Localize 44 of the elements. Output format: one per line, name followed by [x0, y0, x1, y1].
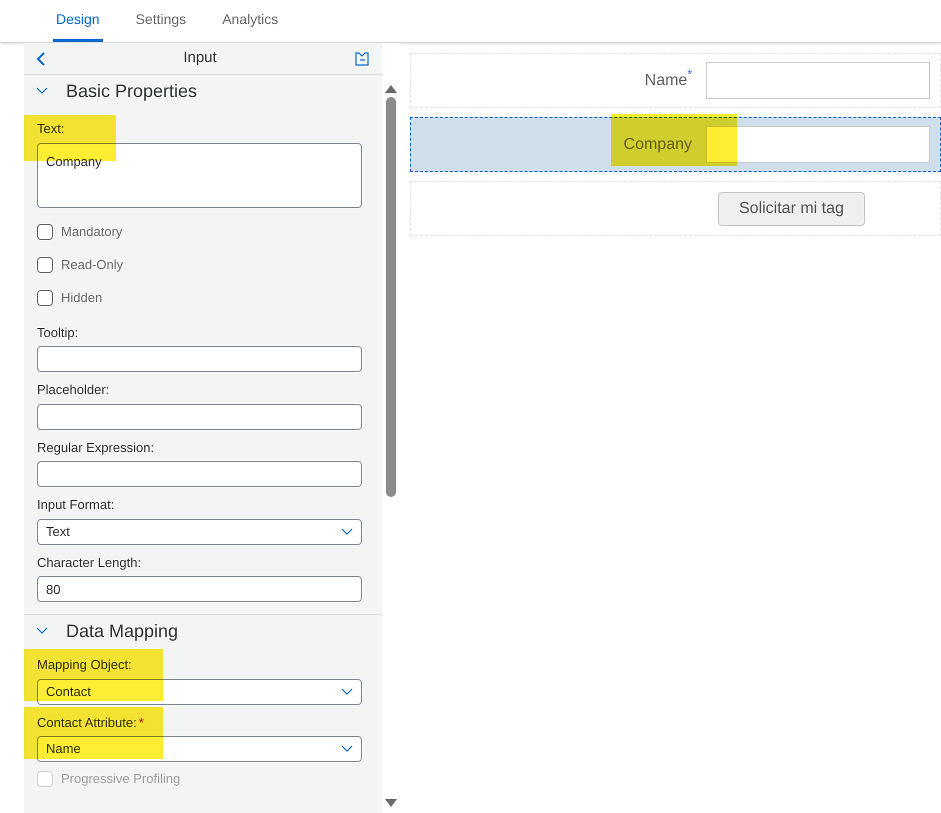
checkbox-label: Hidden: [61, 289, 102, 308]
tab[interactable]: Settings: [132, 0, 190, 42]
field-label: Placeholder:: [37, 382, 110, 397]
scroll-down-icon[interactable]: [385, 799, 397, 807]
checkbox-label: Mandatory: [61, 223, 122, 242]
dropdown-field[interactable]: Text: [37, 518, 362, 544]
field-label: Tooltip:: [37, 324, 78, 340]
field-label: Input Format:: [37, 497, 114, 512]
back-icon[interactable]: [36, 52, 46, 66]
panel-icon[interactable]: [354, 50, 370, 66]
checkbox-label: Progressive Profiling: [61, 770, 180, 788]
checkbox[interactable]: [37, 224, 53, 240]
form-row[interactable]: Solicitar mi tag: [410, 181, 941, 236]
required-mark: *: [138, 714, 144, 730]
required-mark: *: [687, 66, 692, 82]
form-row[interactable]: Company: [410, 117, 941, 172]
chevron-down-icon: [341, 688, 353, 696]
input-field[interactable]: [706, 62, 930, 99]
panel-title: Input: [183, 48, 217, 68]
tab[interactable]: Analytics: [219, 0, 282, 42]
input-field[interactable]: [37, 461, 362, 487]
checkbox[interactable]: [37, 290, 53, 306]
form-row[interactable]: Name*: [410, 53, 941, 108]
input-field[interactable]: [37, 404, 362, 430]
checkbox[interactable]: [37, 257, 53, 273]
chevron-down-icon: [36, 87, 48, 95]
input-field[interactable]: 80: [37, 576, 362, 602]
field-label: Contact Attribute:: [37, 714, 137, 730]
scrollbar-thumb[interactable]: [386, 97, 396, 497]
field-label: Name: [644, 70, 688, 90]
field-label: Character Length:: [37, 554, 142, 570]
chevron-down-icon: [341, 745, 353, 753]
checkbox-label: Read-Only: [61, 256, 124, 274]
field-label: Company: [624, 134, 692, 154]
field-label: Regular Expression:: [37, 440, 154, 454]
field-label: Text:: [37, 121, 64, 136]
submit-button[interactable]: Solicitar mi tag: [718, 192, 865, 226]
chevron-down-icon: [341, 528, 353, 536]
chevron-down-icon: [36, 627, 48, 635]
section-header[interactable]: Basic Properties: [24, 75, 382, 107]
input-field[interactable]: [37, 346, 362, 372]
section-header[interactable]: Data Mapping: [24, 615, 382, 647]
field-label: Mapping Object:: [37, 657, 132, 672]
scroll-up-icon[interactable]: [385, 85, 397, 93]
